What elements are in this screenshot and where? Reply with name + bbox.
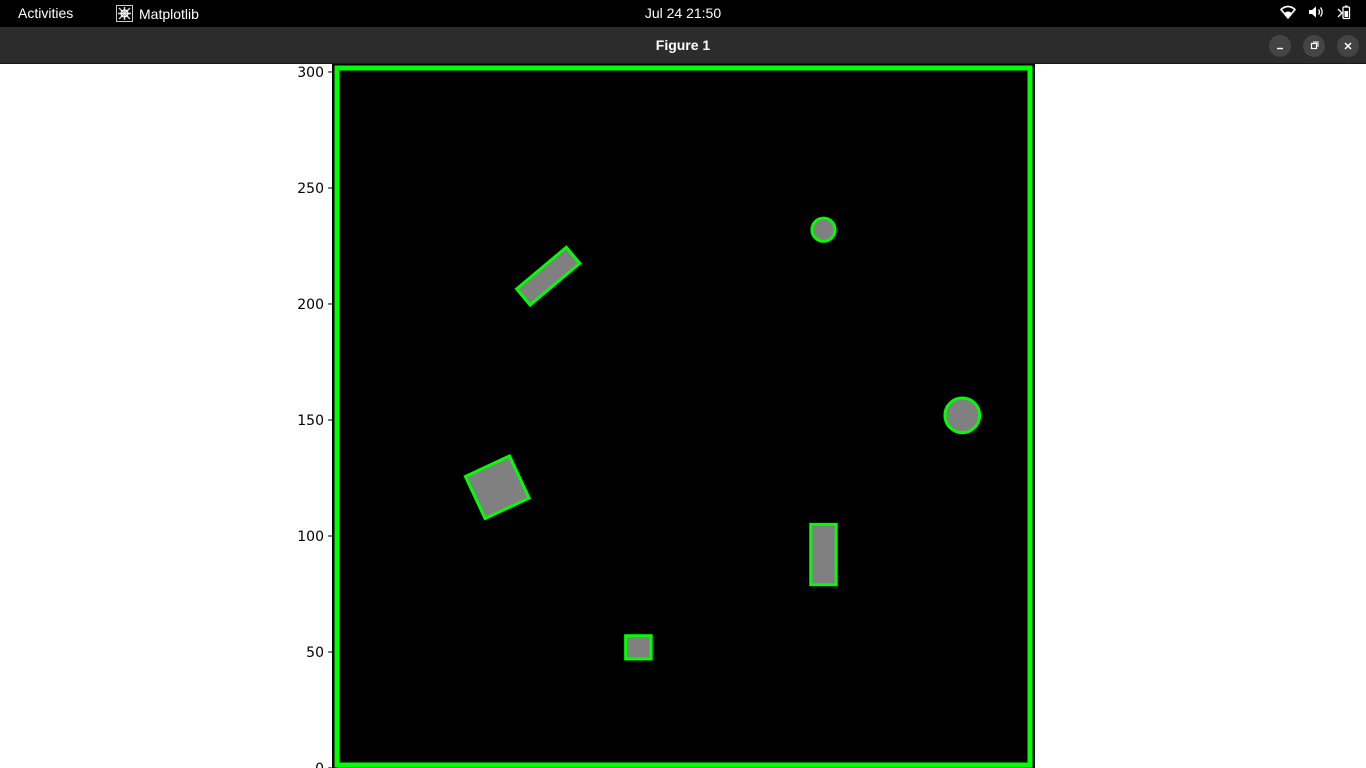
activities-button[interactable]: Activities [18,5,73,21]
y-tick-label: 250 [297,181,324,197]
volume-icon [1309,6,1323,18]
minimize-button[interactable] [1269,35,1291,57]
figure-canvas[interactable]: 0 50 100 150 200 250 300 [0,64,1366,768]
system-tray[interactable] [1280,4,1352,20]
window-titlebar[interactable]: Figure 1 [0,27,1366,64]
close-button[interactable] [1337,35,1359,57]
close-icon [1344,42,1352,50]
y-tick-label: 100 [297,529,324,545]
matplotlib-icon [116,5,133,22]
wifi-icon [1280,5,1296,19]
top-bar: Activities Matplotlib Jul 24 21:50 [0,0,1366,27]
app-name: Matplotlib [139,5,199,22]
y-tick-label: 200 [297,297,324,313]
obstacle-circle [943,396,982,435]
y-tick-label: 0 [315,761,324,768]
y-tick-label: 150 [297,413,324,429]
obstacle-circle [810,216,837,243]
plot-area[interactable]: 0 50 100 150 200 250 300 [0,64,1366,768]
clock[interactable]: Jul 24 21:50 [645,5,721,21]
y-tick-label: 300 [297,65,324,81]
app-menu[interactable]: Matplotlib [116,5,199,22]
obstacle-rect [624,634,653,661]
map-background [333,65,1034,768]
minimize-icon [1277,47,1283,50]
battery-icon [1337,5,1351,20]
window-title: Figure 1 [655,37,711,53]
maximize-button[interactable] [1303,35,1325,57]
maximize-icon [1310,41,1319,50]
obstacle-rect [809,522,838,587]
y-tick-label: 50 [306,645,324,661]
